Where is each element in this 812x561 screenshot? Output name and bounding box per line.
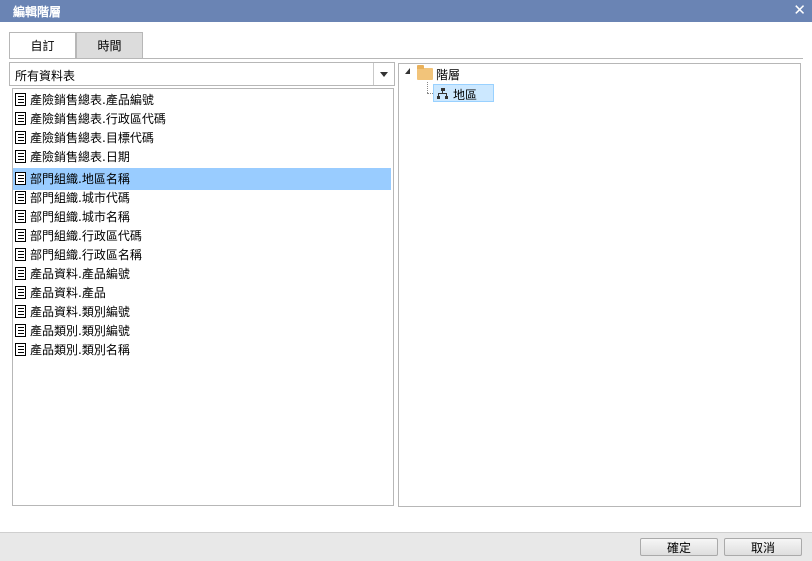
document-icon [15,150,26,163]
field-item[interactable]: 產險銷售總表.產品編號 [13,91,391,110]
document-icon [15,305,26,318]
document-icon [15,267,26,280]
field-item[interactable]: 產品類別.類別名稱 [13,341,391,360]
tree-node-region[interactable]: 地區 [433,84,494,102]
field-item-label: 產品類別.類別編號 [30,324,130,338]
field-item[interactable]: 部門組織.行政區代碼 [13,227,391,246]
chevron-down-icon[interactable] [373,63,394,85]
document-icon [15,131,26,144]
field-item-label: 部門組織.地區名稱 [30,172,130,186]
document-icon [15,112,26,125]
cancel-button[interactable]: 取消 [724,538,802,556]
dialog-titlebar: 編輯階層 ✕ [0,0,812,22]
document-icon [15,229,26,242]
tree-expand-icon[interactable] [404,67,414,77]
field-item-label: 部門組織.行政區名稱 [30,248,142,262]
field-item[interactable]: 部門組織.城市名稱 [13,208,391,227]
field-item-label: 部門組織.城市代碼 [30,191,130,205]
document-icon [15,210,26,223]
table-source-select[interactable]: 所有資料表 [9,62,395,86]
field-item-label: 部門組織.城市名稱 [30,210,130,224]
tree-connector [427,82,428,93]
tree-root-label[interactable]: 階層 [436,66,460,83]
dialog-body: 自訂 時間 所有資料表 產險銷售總表.產品編號 產險銷售總表.行政區代碼 產險銷售總… [0,22,812,532]
hierarchy-tree-panel[interactable]: 階層 地區 [398,63,801,507]
field-panel: 所有資料表 產險銷售總表.產品編號 產險銷售總表.行政區代碼 產險銷售總表.目標代碼… [9,62,395,506]
field-item-label: 部門組織.行政區代碼 [30,229,142,243]
field-item-label: 產品類別.類別名稱 [30,343,130,357]
close-icon[interactable]: ✕ [793,1,806,19]
field-item[interactable]: 產品類別.類別編號 [13,322,391,341]
tab-divider [9,58,803,59]
document-icon [15,343,26,356]
field-item[interactable]: 產品資料.產品 [13,284,391,303]
field-item-label: 產品資料.類別編號 [30,305,130,319]
folder-icon [417,65,433,80]
field-item-label: 產險銷售總表.日期 [30,150,130,164]
dialog-footer: 確定 取消 [0,532,812,561]
ok-button[interactable]: 確定 [640,538,718,556]
field-item[interactable]: 產險銷售總表.目標代碼 [13,129,391,148]
field-item-label: 產險銷售總表.產品編號 [30,93,154,107]
field-item-label: 產品資料.產品 [30,286,106,300]
tab-time[interactable]: 時間 [76,32,143,58]
field-item[interactable]: 部門組織.城市代碼 [13,189,391,208]
document-icon [15,172,26,185]
field-item-label: 產險銷售總表.目標代碼 [30,131,154,145]
hierarchy-icon [437,88,449,99]
document-icon [15,324,26,337]
field-item[interactable]: 產險銷售總表.日期 [13,148,391,167]
field-item-label: 產品資料.產品編號 [30,267,130,281]
document-icon [15,93,26,106]
field-item[interactable]: 產品資料.類別編號 [13,303,391,322]
field-list[interactable]: 產險銷售總表.產品編號 產險銷售總表.行政區代碼 產險銷售總表.目標代碼 產險銷售總表… [12,88,394,506]
field-item[interactable]: 產險銷售總表.行政區代碼 [13,110,391,129]
dialog-title: 編輯階層 [13,5,62,19]
tree-node-label: 地區 [453,88,478,102]
field-item[interactable]: 產品資料.產品編號 [13,265,391,284]
table-source-value: 所有資料表 [15,69,76,83]
field-item[interactable]: 部門組織.地區名稱 [13,168,391,190]
field-item-label: 產險銷售總表.行政區代碼 [30,112,166,126]
document-icon [15,286,26,299]
field-item[interactable]: 部門組織.行政區名稱 [13,246,391,265]
document-icon [15,191,26,204]
tab-custom[interactable]: 自訂 [9,32,76,59]
document-icon [15,248,26,261]
